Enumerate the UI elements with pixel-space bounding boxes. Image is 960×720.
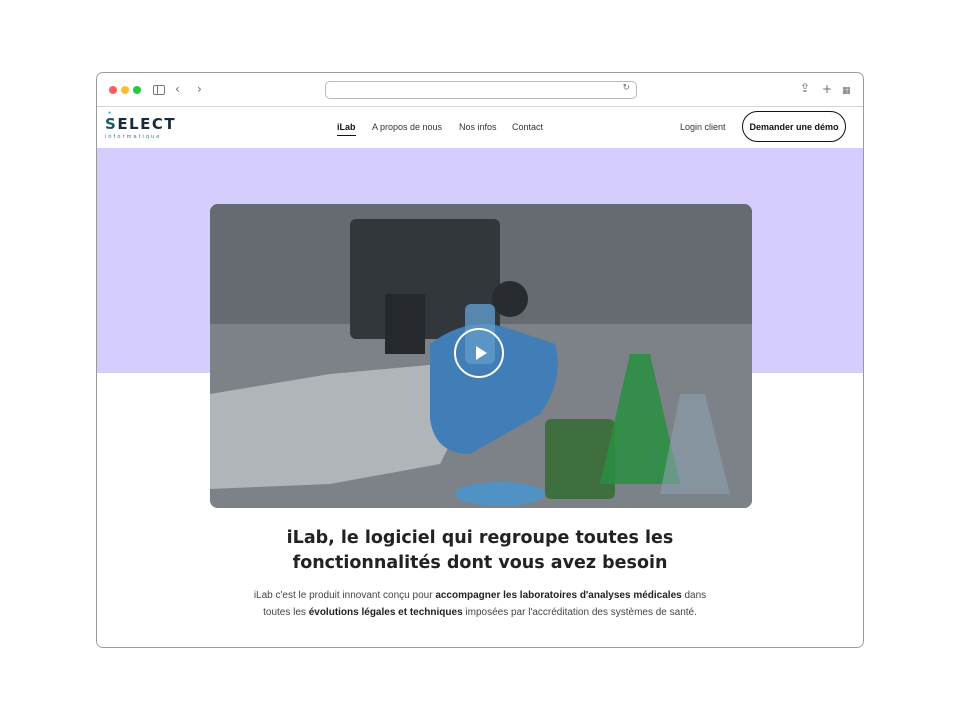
browser-window: ‹ › ↻ ⇪ + ▦ ● SELECT informatique iLab A…: [96, 72, 864, 648]
desc-bold-1: accompagner les laboratoires d'analyses …: [435, 590, 682, 601]
share-icon[interactable]: ⇪: [800, 81, 810, 95]
back-arrow-icon[interactable]: ‹: [175, 82, 180, 96]
browser-toolbar: ‹ › ↻ ⇪ + ▦: [97, 73, 863, 107]
nav-contact[interactable]: Contact: [512, 122, 543, 132]
hero-description: iLab c'est le produit innovant conçu pou…: [247, 587, 713, 621]
desc-part-1: iLab c'est le produit innovant conçu pou…: [253, 590, 436, 601]
tab-overview-icon[interactable]: ▦: [842, 84, 851, 98]
site-header: ● SELECT informatique iLab A propos de n…: [97, 107, 855, 148]
address-bar[interactable]: ↻: [325, 81, 637, 99]
hero-title: iLab, le logiciel qui regroupe toutes le…: [247, 526, 713, 576]
sidebar-icon[interactable]: [153, 85, 165, 95]
reload-icon[interactable]: ↻: [622, 83, 630, 93]
logo-letter: S: [105, 115, 118, 133]
play-button[interactable]: [454, 328, 504, 378]
logo-word: ELECT: [117, 115, 177, 133]
nav-nos-infos[interactable]: Nos infos: [459, 122, 497, 132]
logo-subtitle: informatique: [105, 134, 162, 140]
nav-ilab[interactable]: iLab: [337, 122, 356, 136]
website: ● SELECT informatique iLab A propos de n…: [97, 107, 863, 647]
nav-a-propos[interactable]: A propos de nous: [372, 122, 442, 132]
desc-bold-2: évolutions légales et techniques: [308, 607, 463, 618]
minimize-window-button[interactable]: [121, 86, 129, 94]
close-window-button[interactable]: [109, 86, 117, 94]
logo-drops-icon: ●: [108, 110, 112, 116]
play-icon: [475, 346, 487, 360]
desc-part-3: imposées par l'accréditation des système…: [462, 607, 697, 618]
hero-title-line-1: iLab, le logiciel qui regroupe toutes le…: [286, 528, 674, 548]
logo[interactable]: ● SELECT informatique: [105, 110, 177, 140]
zoom-window-button[interactable]: [133, 86, 141, 94]
hero-title-line-2: fonctionnalités dont vous avez besoin: [292, 553, 668, 573]
request-demo-button[interactable]: Demander une démo: [742, 111, 846, 142]
login-client-link[interactable]: Login client: [680, 122, 726, 132]
new-tab-icon[interactable]: +: [822, 82, 832, 96]
forward-arrow-icon[interactable]: ›: [197, 82, 202, 96]
